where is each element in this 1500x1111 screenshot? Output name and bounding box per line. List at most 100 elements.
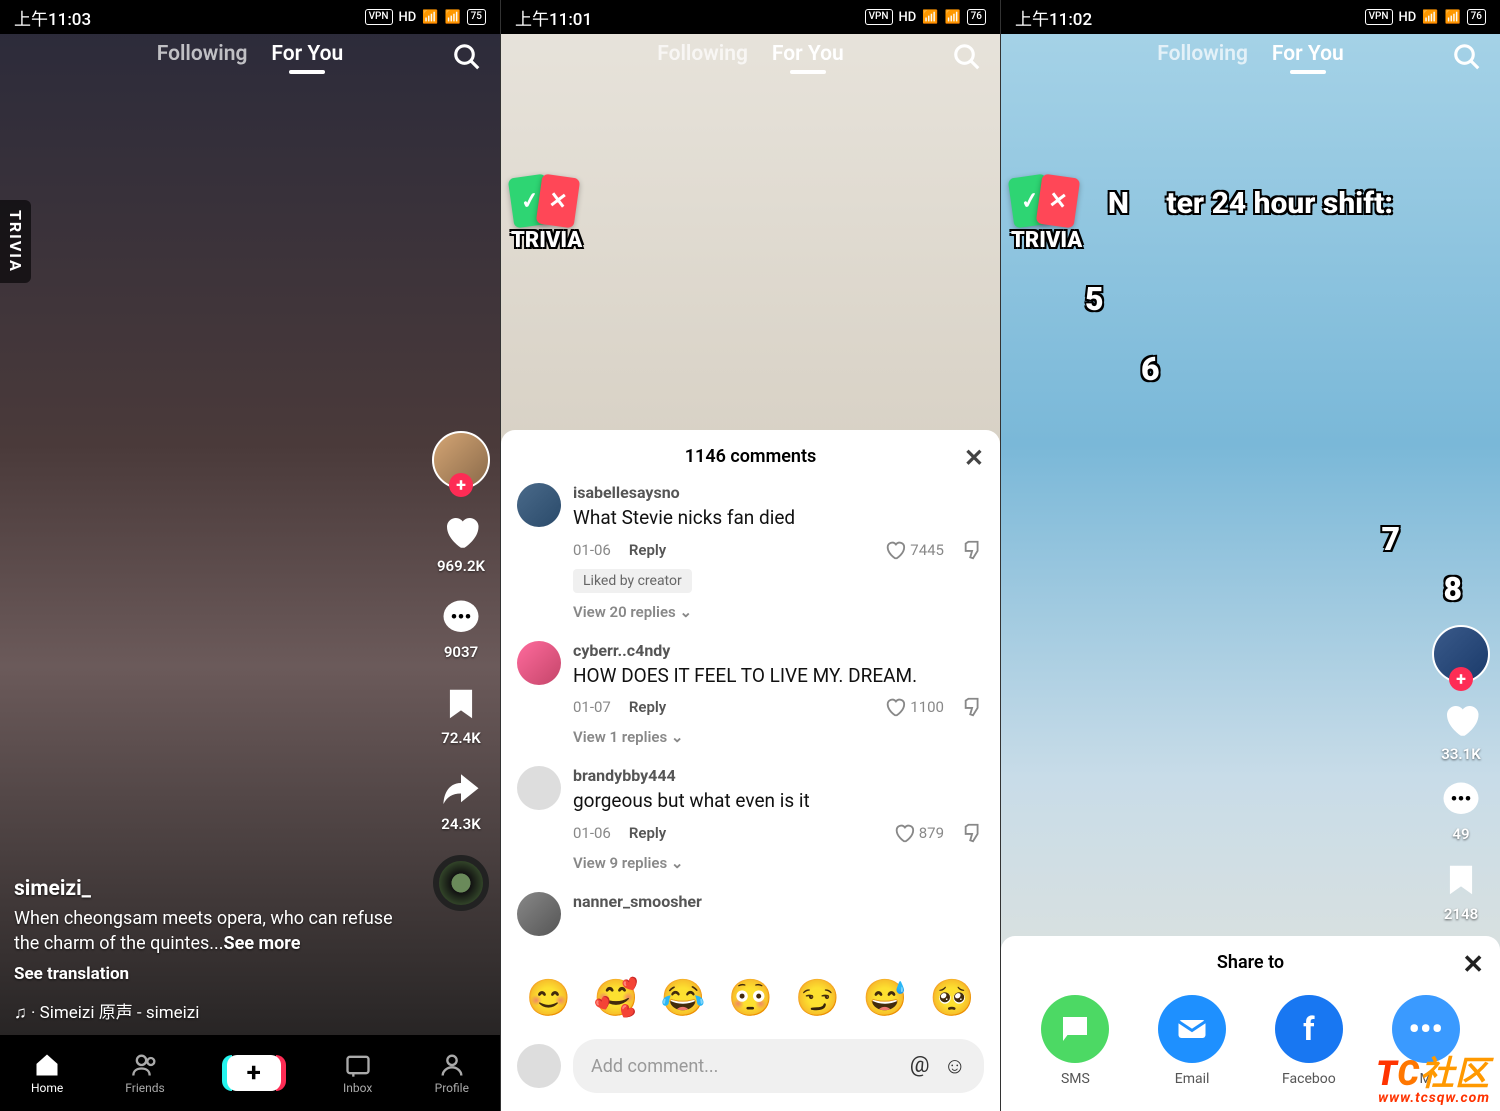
tab-foryou[interactable]: For You bbox=[1272, 42, 1344, 66]
hd-icon: HD bbox=[399, 10, 417, 25]
comments-list[interactable]: isabellesaysno What Stevie nicks fan die… bbox=[501, 483, 1000, 967]
comment-button[interactable]: 9037 bbox=[440, 597, 482, 661]
username[interactable]: simeizi_ bbox=[14, 877, 410, 901]
thumbs-down-icon[interactable] bbox=[962, 822, 984, 844]
trivia-side-tab[interactable]: TRIVIA bbox=[0, 200, 31, 283]
tab-foryou[interactable]: For You bbox=[772, 42, 844, 66]
view-replies-link[interactable]: View 9 replies ⌄ bbox=[573, 854, 984, 872]
save-button[interactable]: 2148 bbox=[1440, 859, 1482, 923]
tab-foryou[interactable]: For You bbox=[271, 42, 343, 66]
commenter-name[interactable]: isabellesaysno bbox=[573, 483, 984, 502]
trivia-x-icon: ✕ bbox=[536, 174, 581, 229]
follow-plus-icon[interactable]: + bbox=[1449, 667, 1473, 691]
emoji-option[interactable]: 😏 bbox=[795, 977, 840, 1019]
share-sms[interactable]: SMS bbox=[1041, 995, 1109, 1087]
caption[interactable]: When cheongsam meets opera, who can refu… bbox=[14, 907, 410, 956]
see-more-link[interactable]: See more bbox=[224, 933, 301, 954]
tab-following[interactable]: Following bbox=[1157, 42, 1248, 66]
signal-icon: 📶 bbox=[1422, 10, 1438, 25]
heart-icon[interactable] bbox=[884, 539, 906, 561]
tab-following[interactable]: Following bbox=[157, 42, 248, 66]
reply-link[interactable]: Reply bbox=[629, 824, 666, 842]
friends-icon bbox=[130, 1051, 160, 1079]
status-right: VPN HD 📶 📶 76 bbox=[865, 9, 986, 25]
nav-create[interactable]: + bbox=[227, 1055, 281, 1091]
chevron-down-icon: ⌄ bbox=[671, 854, 684, 872]
search-icon[interactable] bbox=[1452, 42, 1482, 72]
mention-icon[interactable]: @ bbox=[910, 1053, 930, 1079]
see-translation-link[interactable]: See translation bbox=[14, 964, 410, 984]
commenter-name[interactable]: nanner_smoosher bbox=[573, 892, 984, 911]
search-icon[interactable] bbox=[952, 42, 982, 72]
share-email[interactable]: Email bbox=[1158, 995, 1226, 1087]
watermark: TCTC社区社区 www.tcsqw.com bbox=[1376, 1057, 1490, 1105]
creator-avatar[interactable]: + bbox=[1432, 625, 1490, 683]
heart-icon bbox=[1440, 699, 1482, 741]
save-button[interactable]: 72.4K bbox=[440, 683, 482, 747]
battery-icon: 76 bbox=[967, 9, 986, 25]
nav-inbox[interactable]: Inbox bbox=[343, 1051, 373, 1095]
like-count: 969.2K bbox=[437, 557, 485, 575]
search-icon[interactable] bbox=[452, 42, 482, 72]
share-header: Share to ✕ bbox=[1001, 936, 1500, 989]
emoji-option[interactable]: 😳 bbox=[728, 977, 773, 1019]
nav-profile[interactable]: Profile bbox=[435, 1051, 469, 1095]
reply-link[interactable]: Reply bbox=[629, 698, 666, 716]
commenter-avatar[interactable] bbox=[517, 641, 561, 685]
vpn-icon: VPN bbox=[865, 9, 893, 25]
view-replies-link[interactable]: View 20 replies ⌄ bbox=[573, 603, 984, 621]
thumbs-down-icon[interactable] bbox=[962, 539, 984, 561]
emoji-option[interactable]: 🥰 bbox=[594, 977, 639, 1019]
wifi-icon: 📶 bbox=[944, 10, 960, 25]
heart-icon[interactable] bbox=[884, 696, 906, 718]
signal-icon: 📶 bbox=[422, 10, 438, 25]
comments-sheet: 1146 comments ✕ isabellesaysno What Stev… bbox=[501, 430, 1000, 1111]
commenter-name[interactable]: brandybby444 bbox=[573, 766, 984, 785]
comment-item: nanner_smoosher bbox=[517, 892, 984, 936]
heart-icon[interactable] bbox=[893, 822, 915, 844]
close-icon[interactable]: ✕ bbox=[1462, 950, 1484, 980]
nav-friends[interactable]: Friends bbox=[125, 1051, 164, 1095]
chevron-down-icon: ⌄ bbox=[679, 603, 692, 621]
share-facebook[interactable]: f Faceboo bbox=[1275, 995, 1343, 1087]
share-button[interactable]: 24.3K bbox=[440, 769, 482, 833]
reply-link[interactable]: Reply bbox=[629, 541, 666, 559]
nav-home[interactable]: Home bbox=[31, 1051, 63, 1095]
emoji-icon[interactable]: ☺ bbox=[944, 1053, 966, 1079]
view-replies-link[interactable]: View 1 replies ⌄ bbox=[573, 728, 984, 746]
video-meta: simeizi_ When cheongsam meets opera, who… bbox=[14, 877, 410, 1023]
comment-button[interactable]: 49 bbox=[1440, 779, 1482, 843]
commenter-avatar[interactable] bbox=[517, 892, 561, 936]
tab-following[interactable]: Following bbox=[657, 42, 748, 66]
commenter-avatar[interactable] bbox=[517, 483, 561, 527]
close-icon[interactable]: ✕ bbox=[964, 444, 984, 472]
emoji-option[interactable]: 😅 bbox=[863, 977, 908, 1019]
trivia-badge[interactable]: ✓ ✕ TRIVIA bbox=[511, 176, 582, 253]
trivia-badge[interactable]: ✓ ✕ TRIVIA bbox=[1011, 176, 1082, 253]
trivia-label: TRIVIA bbox=[1011, 228, 1082, 253]
status-time: 上午11:01 bbox=[515, 5, 592, 30]
comment-input[interactable]: Add comment... @ ☺ bbox=[573, 1039, 984, 1093]
commenter-name[interactable]: cyberr..c4ndy bbox=[573, 641, 984, 660]
commenter-avatar[interactable] bbox=[517, 766, 561, 810]
creator-avatar[interactable]: + bbox=[432, 431, 490, 489]
action-rail: + 969.2K 9037 72.4K 24.3K bbox=[432, 431, 490, 911]
status-right: VPN HD 📶 📶 76 bbox=[1365, 9, 1486, 25]
emoji-option[interactable]: 😂 bbox=[661, 977, 706, 1019]
thumbs-down-icon[interactable] bbox=[962, 696, 984, 718]
overlay-number: 8 bbox=[1443, 570, 1462, 608]
like-button[interactable]: 969.2K bbox=[437, 511, 485, 575]
follow-plus-icon[interactable]: + bbox=[449, 473, 473, 497]
liked-by-creator-badge: Liked by creator bbox=[573, 569, 692, 593]
compose-row: Add comment... @ ☺ bbox=[501, 1029, 1000, 1111]
music-marquee[interactable]: ♫ · Simeizi 原声 - simeizi bbox=[14, 998, 410, 1023]
overlay-number: 6 bbox=[1141, 350, 1160, 388]
comment-like-count: 7445 bbox=[910, 541, 944, 559]
heart-icon bbox=[440, 511, 482, 553]
music-disc[interactable] bbox=[433, 855, 489, 911]
share-icon bbox=[440, 769, 482, 811]
like-button[interactable]: 33.1K bbox=[1440, 699, 1482, 763]
emoji-option[interactable]: 🥺 bbox=[930, 977, 975, 1019]
my-avatar[interactable] bbox=[517, 1044, 561, 1088]
emoji-option[interactable]: 😊 bbox=[526, 977, 571, 1019]
